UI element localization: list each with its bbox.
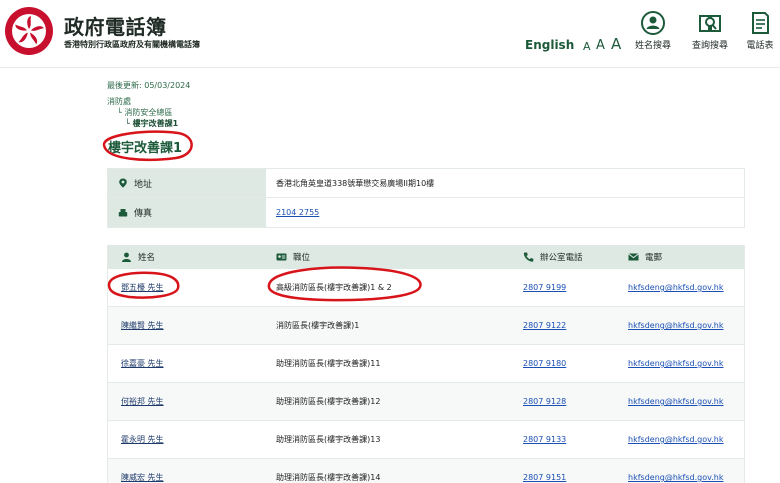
- staff-tel-link[interactable]: 2807 9180: [523, 359, 566, 368]
- table-row: 陳繼賢 先生 消防區長(樓宇改善課)1 2807 9122 hkfsdeng@h…: [108, 307, 744, 345]
- address-row: 地址 香港北角英皇道338號華懋交易廣場II期10樓: [108, 169, 744, 198]
- fax-number-link[interactable]: 2104 2755: [276, 208, 319, 217]
- staff-post: 助理消防區長(樓宇改善課)12: [276, 397, 381, 406]
- address-key: 地址: [108, 169, 266, 197]
- staff-name-link[interactable]: 霍永明 先生: [121, 434, 164, 445]
- staff-email-link[interactable]: hkfsdeng@hkfsd.gov.hk: [628, 473, 723, 482]
- staff-post: 消防區長(樓宇改善課)1: [276, 321, 360, 330]
- site-subtitle: 香港特別行政區政府及有關機構電話簿: [64, 40, 200, 49]
- header-email-label: 電郵: [645, 253, 663, 263]
- fax-icon: [118, 208, 128, 216]
- last-updated: 最後更新: 05/03/2024: [107, 81, 191, 90]
- header-name: 姓名: [108, 251, 266, 263]
- staff-email-link[interactable]: hkfsdeng@hkfsd.gov.hk: [628, 321, 723, 330]
- staff-email-link[interactable]: hkfsdeng@hkfsd.gov.hk: [628, 397, 723, 406]
- staff-name-link[interactable]: 陳威宏 先生: [121, 472, 164, 483]
- document-icon: [752, 12, 769, 34]
- person-search-icon: [641, 11, 665, 35]
- staff-email-link[interactable]: hkfsdeng@hkfsd.gov.hk: [628, 359, 723, 368]
- staff-table-header: 姓名 職位 辦公室電話 電郵: [108, 245, 744, 269]
- fax-label: 傳真: [134, 209, 153, 219]
- fax-key: 傳真: [108, 198, 266, 227]
- staff-tel-link[interactable]: 2807 9128: [523, 397, 566, 406]
- header-post-label: 職位: [293, 253, 311, 263]
- font-size-large-button[interactable]: A: [611, 35, 621, 53]
- table-row: 陳威宏 先生 助理消防區長(樓宇改善課)14 2807 9151 hkfsden…: [108, 459, 744, 483]
- book-search-icon: [699, 15, 721, 32]
- site-header: 政府電話簿 香港特別行政區政府及有關機構電話簿 English A A A 姓名…: [0, 0, 780, 68]
- staff-name-link[interactable]: 徐嘉豪 先生: [121, 358, 164, 369]
- hksar-emblem-logo[interactable]: [4, 6, 54, 56]
- staff-tel-link[interactable]: 2807 9199: [523, 283, 566, 292]
- address-value: 香港北角英皇道338號華懋交易廣場II期10樓: [276, 178, 435, 188]
- site-title: 政府電話簿: [64, 15, 167, 39]
- nav-query-search-label: 查詢搜尋: [691, 41, 728, 51]
- staff-email-link[interactable]: hkfsdeng@hkfsd.gov.hk: [628, 435, 723, 444]
- font-size-medium-button[interactable]: A: [596, 38, 605, 53]
- breadcrumb-current: └ 樓宇改善課1: [125, 119, 179, 128]
- staff-post: 助理消防區長(樓宇改善課)11: [276, 359, 381, 368]
- table-row: 鄧五檯 先生 高級消防區長(樓宇改善課)1 & 2 2807 9199 hkfs…: [108, 269, 744, 307]
- staff-post: 助理消防區長(樓宇改善課)13: [276, 435, 381, 444]
- id-card-icon: [276, 253, 287, 261]
- header-post: 職位: [266, 251, 511, 263]
- person-icon: [122, 252, 131, 262]
- envelope-icon: [628, 253, 639, 261]
- fax-row: 傳真 2104 2755: [108, 198, 744, 227]
- staff-post: 高級消防區長(樓宇改善課)1 & 2: [276, 283, 392, 292]
- font-size-small-button[interactable]: A: [583, 40, 591, 53]
- unit-info-table: 地址 香港北角英皇道338號華懋交易廣場II期10樓 傳真 2104 2755: [107, 168, 745, 228]
- nav-name-search-label: 姓名搜尋: [634, 41, 671, 51]
- header-email: 電郵: [616, 251, 744, 263]
- english-language-link[interactable]: English: [525, 38, 574, 52]
- staff-tel-link[interactable]: 2807 9133: [523, 435, 566, 444]
- nav-query-search[interactable]: 查詢搜尋: [688, 10, 732, 51]
- breadcrumb-department[interactable]: 消防處: [107, 96, 131, 107]
- staff-post: 助理消防區長(樓宇改善課)14: [276, 473, 381, 482]
- table-row: 霍永明 先生 助理消防區長(樓宇改善課)13 2807 9133 hkfsden…: [108, 421, 744, 459]
- header-tel: 辦公室電話: [511, 251, 616, 263]
- header-tel-label: 辦公室電話: [540, 253, 583, 263]
- staff-name-link[interactable]: 陳繼賢 先生: [121, 320, 164, 331]
- nav-telephone-list-label: 電話表: [746, 41, 774, 51]
- location-pin-icon: [119, 178, 127, 188]
- staff-email-link[interactable]: hkfsdeng@hkfsd.gov.hk: [628, 283, 723, 292]
- staff-tel-link[interactable]: 2807 9151: [523, 473, 566, 482]
- header-name-label: 姓名: [138, 253, 156, 263]
- table-row: 何裕邦 先生 助理消防區長(樓宇改善課)12 2807 9128 hkfsden…: [108, 383, 744, 421]
- page-title: 樓宇改善課1: [108, 141, 183, 156]
- phone-icon: [523, 252, 534, 262]
- address-label: 地址: [134, 179, 153, 190]
- fax-value-cell: 2104 2755: [266, 198, 744, 227]
- staff-tel-link[interactable]: 2807 9122: [523, 321, 566, 330]
- staff-name-link[interactable]: 何裕邦 先生: [121, 396, 164, 407]
- staff-name-link[interactable]: 鄧五檯 先生: [121, 282, 164, 293]
- staff-table: 姓名 職位 辦公室電話 電郵 鄧五檯 先生 高級消防區長(樓宇改善課)1 & 2…: [107, 245, 745, 483]
- nav-name-search[interactable]: 姓名搜尋: [633, 10, 673, 51]
- breadcrumb-division[interactable]: └ 消防安全總區: [117, 107, 172, 118]
- nav-telephone-list[interactable]: 電話表: [742, 10, 778, 51]
- table-row: 徐嘉豪 先生 助理消防區長(樓宇改善課)11 2807 9180 hkfsden…: [108, 345, 744, 383]
